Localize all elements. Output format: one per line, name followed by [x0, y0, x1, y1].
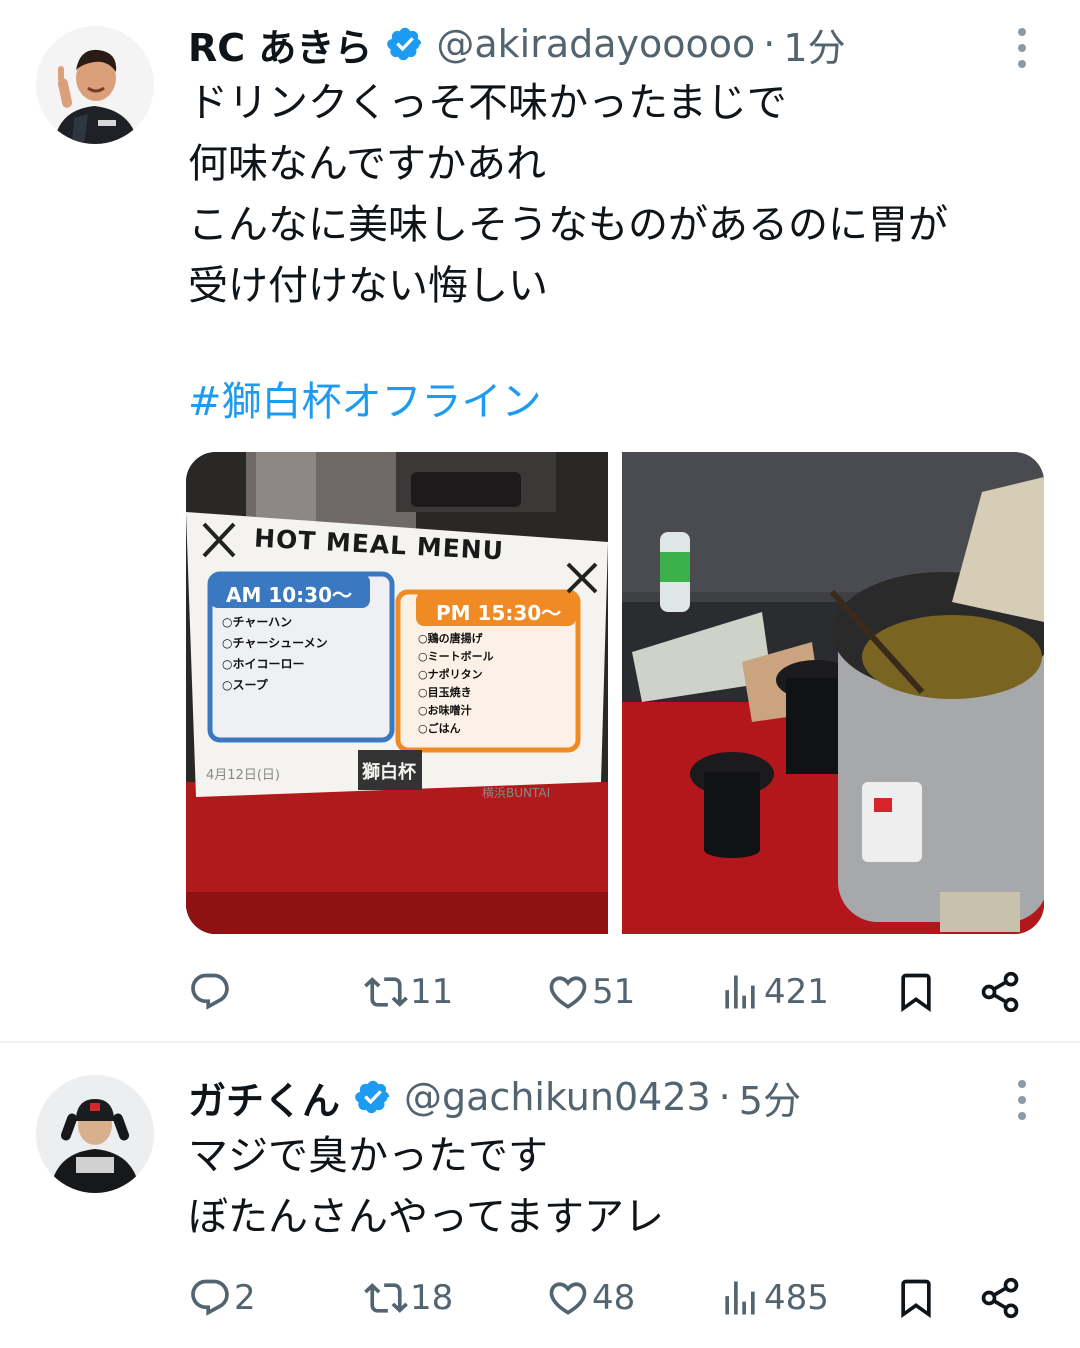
retweet-button[interactable]: 18 [364, 1266, 453, 1330]
action-bar: 2 18 48 485 [188, 1266, 1028, 1330]
reply-button[interactable] [188, 960, 234, 1024]
pm-item: ○鶏の唐揚げ [418, 632, 483, 645]
timestamp[interactable]: 5分 [739, 1070, 801, 1125]
share-icon [981, 1277, 1019, 1319]
reply-button[interactable]: 2 [188, 1266, 256, 1330]
am-item: ○スープ [222, 678, 268, 692]
avatar-image [36, 26, 154, 144]
sign-date: 4月12日(日) [206, 768, 280, 783]
am-item: ○チャーシューメン [222, 636, 328, 650]
like-icon [549, 976, 587, 1009]
reply-count: 2 [234, 1278, 256, 1318]
photo-soup-warmer[interactable] [622, 452, 1044, 934]
sign-logo: 獅白杯 [362, 762, 416, 783]
separator-dot: · [763, 22, 776, 66]
pm-header: PM 15:30〜 [436, 601, 562, 625]
media-grid[interactable]: HOT MEAL MENU AM 10:30〜 ○チャーハン ○チャーシューメン… [186, 452, 1044, 934]
am-item: ○チャーハン [222, 615, 293, 629]
pm-item: ○お味噌汁 [418, 704, 472, 717]
avatar-image [36, 1075, 154, 1193]
bookmark-button[interactable] [894, 960, 938, 1024]
pm-item: ○目玉焼き [418, 686, 472, 699]
am-item: ○ホイコーロー [222, 657, 305, 671]
share-button[interactable] [978, 1266, 1022, 1330]
views-button[interactable]: 421 [718, 960, 829, 1024]
reply-icon [191, 973, 229, 1010]
more-icon[interactable] [1012, 1080, 1032, 1120]
am-header: AM 10:30〜 [226, 583, 353, 607]
verified-badge-icon [387, 27, 422, 61]
timestamp[interactable]: 1分 [783, 17, 845, 72]
bookmark-button[interactable] [894, 1266, 938, 1330]
action-bar: 11 51 421 [188, 960, 1028, 1024]
tweet-header: RC あきら @akiradayooooo · 1分 [188, 16, 846, 72]
retweet-button[interactable]: 11 [364, 960, 453, 1024]
pm-items: ○鶏の唐揚げ ○ミートボール ○ナポリタン ○目玉焼き ○お味噌汁 ○ごはん [418, 630, 494, 738]
share-button[interactable] [978, 960, 1022, 1024]
sign-venue: 横浜BUNTAI [482, 786, 551, 800]
pm-item: ○ナポリタン [418, 668, 483, 681]
views-icon [725, 975, 755, 1009]
tweet-1[interactable]: RC あきら @akiradayooooo · 1分 ドリンクくっそ不味かったま… [0, 0, 1080, 1042]
hashtag-link[interactable]: #獅白杯オフライン [188, 372, 542, 433]
pm-item: ○ごはん [418, 722, 461, 735]
reply-icon [191, 1279, 229, 1316]
retweet-count: 11 [410, 972, 454, 1012]
like-count: 51 [592, 972, 636, 1012]
tweet-text: ドリンクくっそ不味かったまじで 何味なんですかあれ こんなに美味しそうなものがあ… [188, 80, 948, 309]
soup-photo-image [622, 452, 1044, 934]
more-icon[interactable] [1012, 28, 1032, 68]
pm-item: ○ミートボール [418, 650, 494, 663]
photo-menu-sign[interactable]: HOT MEAL MENU AM 10:30〜 ○チャーハン ○チャーシューメン… [186, 452, 608, 934]
separator-dot: · [718, 1075, 731, 1119]
retweet-icon [364, 1283, 408, 1313]
retweet-icon [364, 977, 408, 1007]
views-count: 485 [764, 1278, 829, 1318]
views-count: 421 [764, 972, 829, 1012]
verified-badge-icon [355, 1080, 390, 1114]
am-items: ○チャーハン ○チャーシューメン ○ホイコーロー ○スープ [222, 612, 328, 696]
bookmark-icon [901, 973, 931, 1013]
like-icon [549, 1282, 587, 1315]
handle[interactable]: @gachikun0423 [404, 1075, 711, 1119]
tweet-header: ガチくん @gachikun0423 · 5分 [188, 1069, 801, 1125]
tweet-text: マジで臭かったです ぼたんさんやってますアレ [188, 1133, 664, 1240]
avatar-rc-akira[interactable] [36, 26, 154, 144]
tweet-2[interactable]: ガチくん @gachikun0423 · 5分 マジで臭かったです ぼたんさんや… [0, 1042, 1080, 1348]
like-button[interactable]: 48 [546, 1266, 635, 1330]
views-icon [725, 1281, 755, 1315]
share-icon [981, 971, 1019, 1013]
avatar-gachikun[interactable] [36, 1075, 154, 1193]
bookmark-icon [901, 1279, 931, 1319]
display-name[interactable]: ガチくん [188, 1070, 340, 1125]
like-button[interactable]: 51 [546, 960, 635, 1024]
retweet-count: 18 [410, 1278, 454, 1318]
handle[interactable]: @akiradayooooo [436, 22, 755, 66]
display-name[interactable]: RC あきら [188, 17, 372, 72]
views-button[interactable]: 485 [718, 1266, 829, 1330]
like-count: 48 [592, 1278, 636, 1318]
